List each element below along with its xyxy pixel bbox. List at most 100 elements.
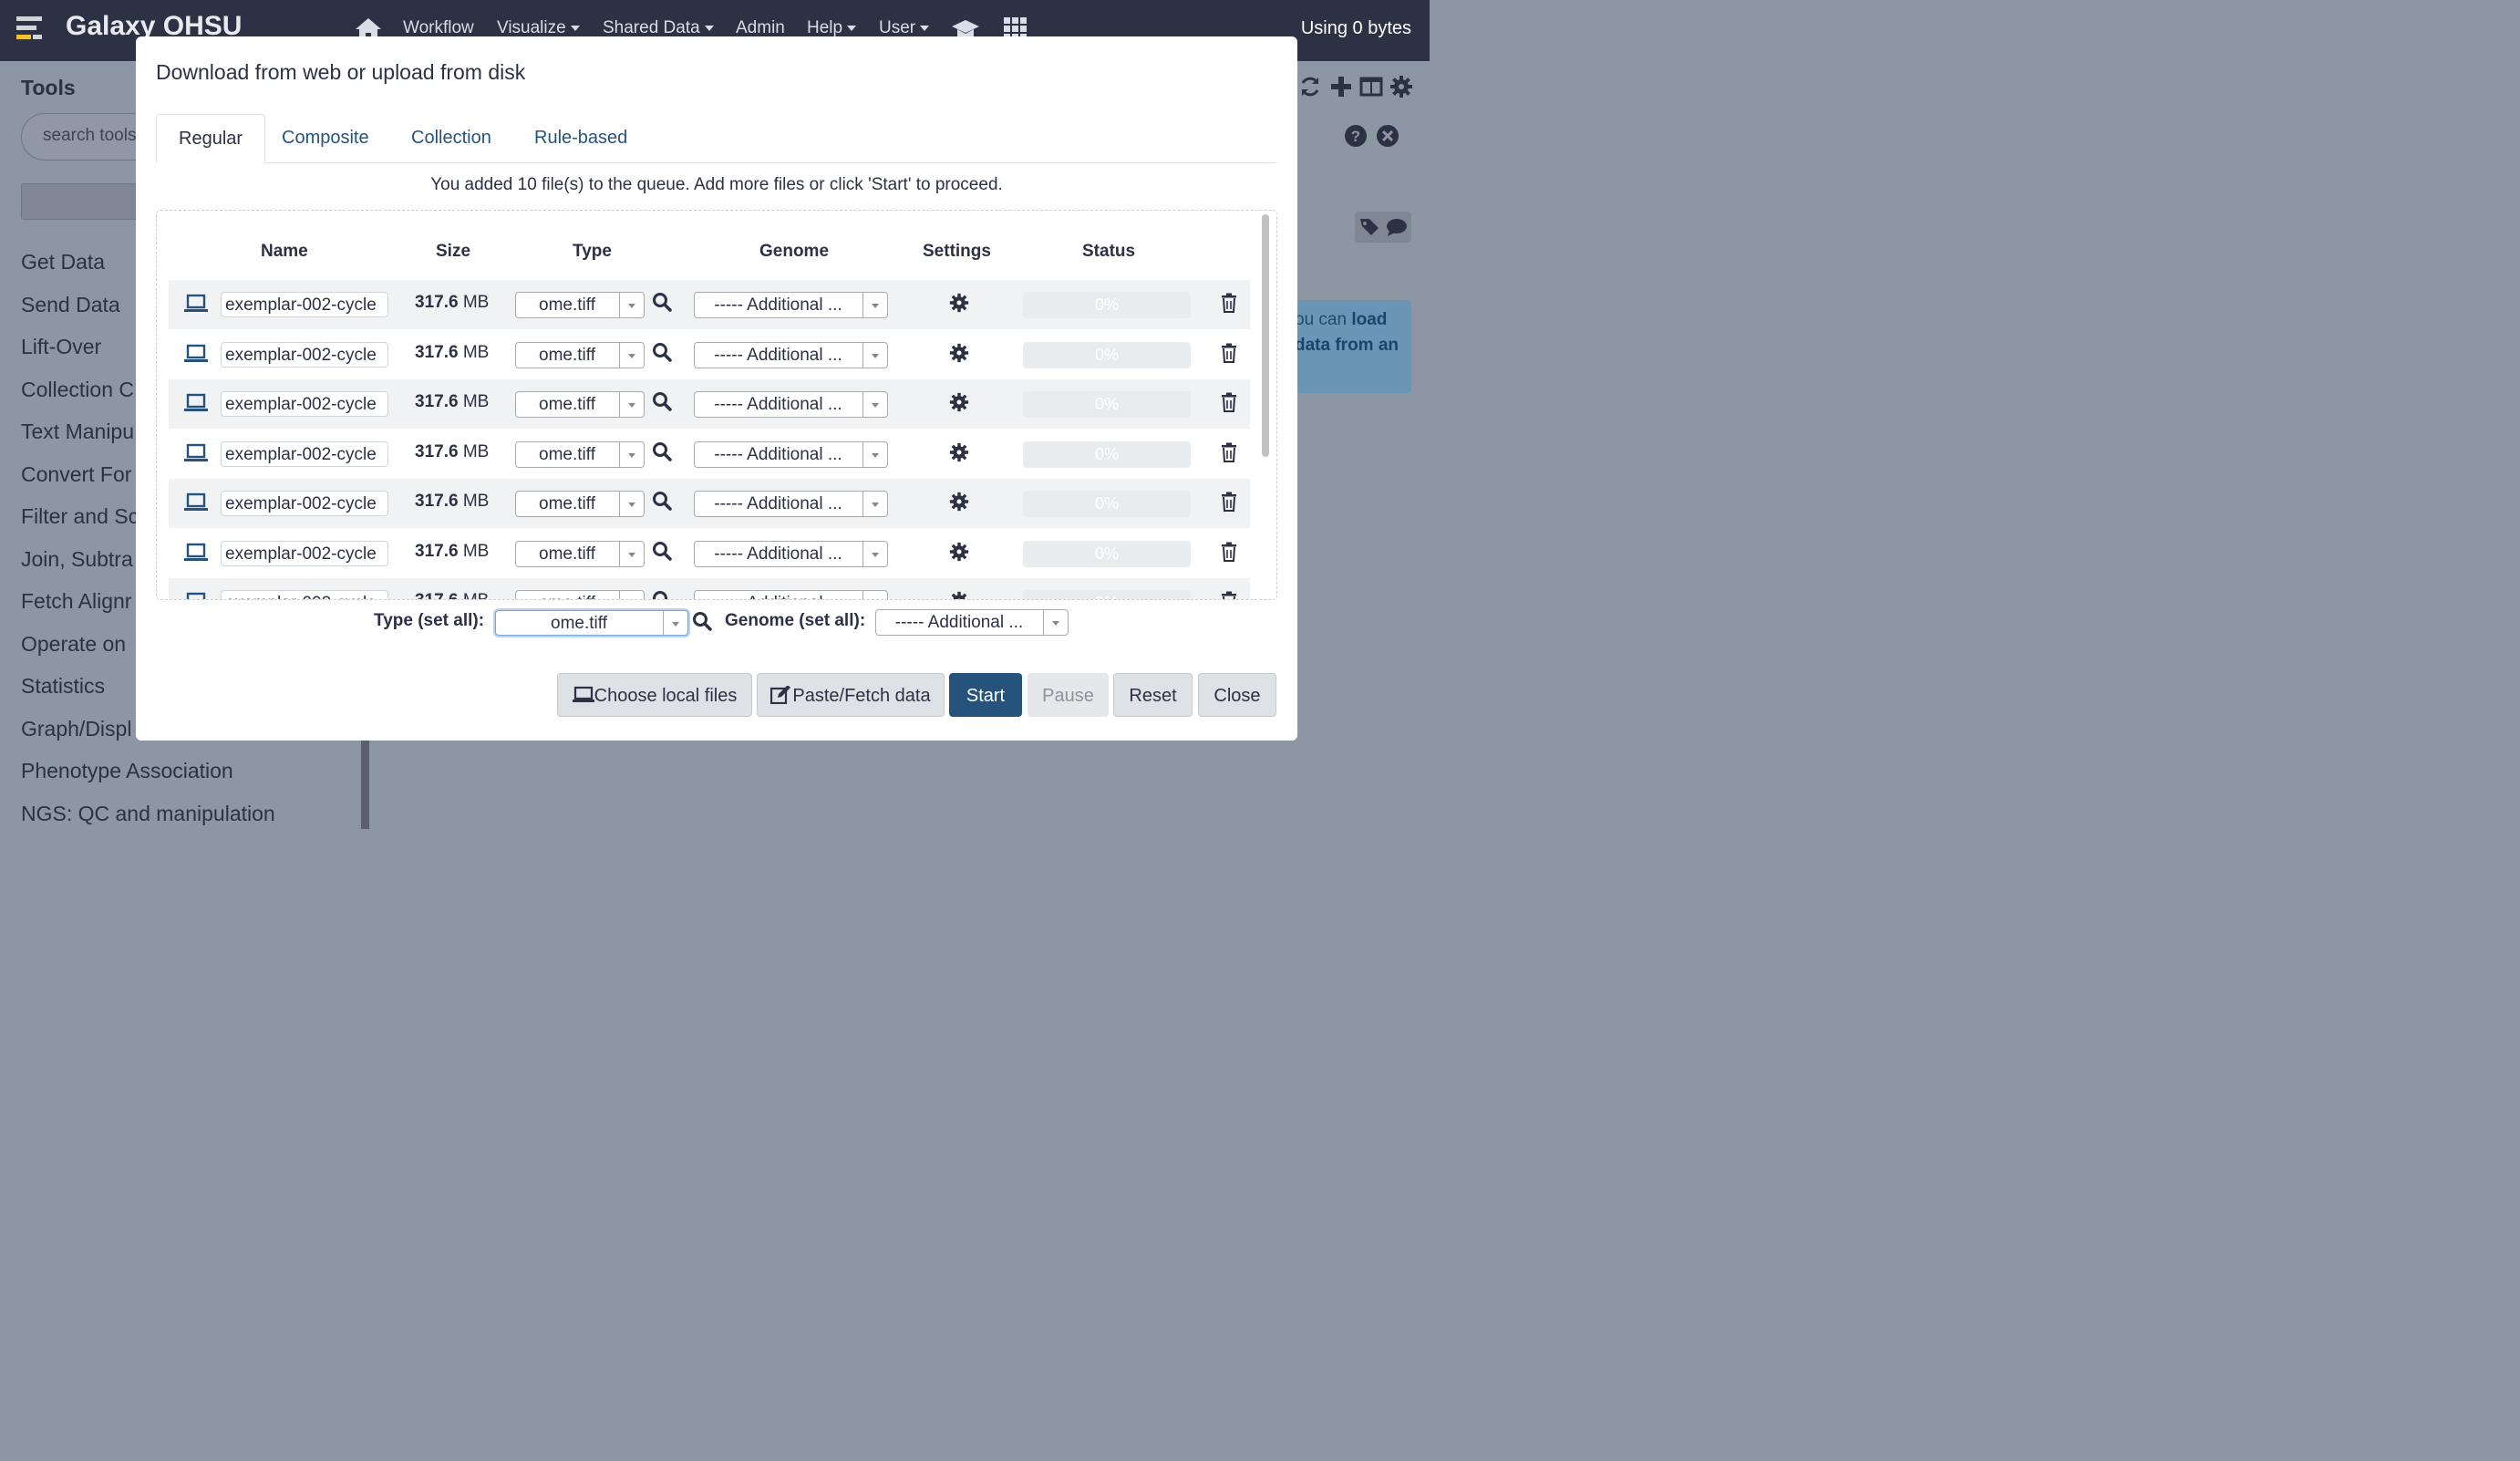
tool-section[interactable]: Join, Subtra — [21, 547, 133, 572]
search-icon[interactable] — [652, 342, 672, 362]
close-icon[interactable] — [1376, 124, 1399, 148]
search-icon[interactable] — [652, 541, 672, 561]
genome-select[interactable]: ----- Additional ... — [694, 590, 888, 599]
genome-select[interactable]: ----- Additional ... — [694, 540, 888, 567]
file-name-input[interactable]: exemplar-002-cycle — [221, 292, 388, 317]
column-header-status: Status — [1082, 242, 1136, 261]
tool-section[interactable]: Lift-Over — [21, 335, 101, 359]
genome-select[interactable]: ----- Additional ... — [694, 440, 888, 468]
tool-section[interactable]: Filter and Sc — [21, 504, 139, 529]
trash-icon[interactable] — [1221, 542, 1237, 562]
genome-select[interactable]: ----- Additional ... — [694, 341, 888, 368]
help-icon[interactable]: ? — [1344, 124, 1368, 148]
queue-row: exemplar-002-cycle 317.6 MB ome.tiff ----- … — [169, 330, 1250, 379]
trash-icon[interactable] — [1221, 591, 1237, 600]
gear-icon[interactable] — [949, 542, 969, 562]
search-icon[interactable] — [652, 292, 672, 312]
tab-rule-based[interactable]: Rule-based — [512, 114, 649, 162]
file-type-select[interactable]: ome.tiff — [515, 491, 645, 517]
search-icon[interactable] — [692, 611, 712, 631]
laptop-icon — [184, 543, 208, 561]
close-button[interactable]: Close — [1198, 673, 1276, 717]
refresh-icon[interactable] — [1298, 75, 1322, 98]
tool-section[interactable]: Collection C — [21, 378, 134, 402]
genome-set-all-select[interactable]: ----- Additional ... — [875, 609, 1069, 636]
tool-section[interactable]: Statistics — [21, 674, 105, 699]
gear-icon[interactable] — [949, 591, 969, 600]
gear-icon[interactable] — [949, 492, 969, 512]
chevron-down-icon — [619, 591, 644, 599]
gear-icon[interactable] — [949, 442, 969, 462]
tool-section[interactable]: Convert For — [21, 462, 131, 487]
edit-icon — [770, 686, 791, 704]
file-type-select[interactable]: ome.tiff — [515, 341, 645, 368]
file-name-input[interactable]: exemplar-002-cycle — [221, 391, 388, 417]
start-button[interactable]: Start — [949, 673, 1022, 717]
plus-icon[interactable] — [1329, 75, 1353, 98]
paste-fetch-button[interactable]: Paste/Fetch data — [757, 673, 945, 717]
gear-icon[interactable] — [949, 343, 969, 363]
nav-admin[interactable]: Admin — [736, 18, 785, 38]
tool-section[interactable]: NGS: QC and manipulation — [21, 802, 275, 826]
tab-regular[interactable]: Regular — [156, 114, 266, 163]
column-header-type: Type — [573, 242, 612, 261]
columns-icon[interactable] — [1359, 75, 1383, 98]
search-icon[interactable] — [652, 391, 672, 411]
comment-icon[interactable] — [1386, 217, 1408, 237]
file-type-select[interactable]: ome.tiff — [515, 292, 645, 318]
file-name-input[interactable]: exemplar-002-cycle — [221, 491, 388, 516]
search-icon[interactable] — [652, 441, 672, 461]
type-set-all-label: Type (set all): — [374, 611, 485, 630]
gear-icon[interactable] — [949, 392, 969, 412]
column-header-name: Name — [261, 242, 308, 261]
tool-section[interactable]: Operate on — [21, 632, 126, 657]
file-name-input[interactable]: exemplar-002-cycle — [221, 590, 388, 599]
queue-row: exemplar-002-cycle 317.6 MB ome.tiff ----- … — [169, 529, 1250, 578]
tool-section[interactable]: Text Manipu — [21, 420, 134, 444]
nav-user[interactable]: User — [879, 18, 930, 38]
tab-collection[interactable]: Collection — [389, 114, 513, 162]
reset-button[interactable]: Reset — [1113, 673, 1193, 717]
nav-help[interactable]: Help — [807, 18, 857, 38]
file-type-select[interactable]: ome.tiff — [515, 540, 645, 567]
file-type-select[interactable]: ome.tiff — [515, 590, 645, 599]
queue-scrollbar[interactable] — [1262, 214, 1269, 457]
tab-composite[interactable]: Composite — [260, 114, 391, 162]
file-name-input[interactable]: exemplar-002-cycle — [221, 341, 388, 368]
file-name-input[interactable]: exemplar-002-cycle — [221, 540, 388, 566]
trash-icon[interactable] — [1221, 442, 1237, 462]
chevron-down-icon — [704, 25, 714, 31]
tool-section[interactable]: Send Data — [21, 293, 120, 317]
file-type-select[interactable]: ome.tiff — [515, 391, 645, 418]
upload-queue[interactable]: Name Size Type Genome Settings Status ex… — [156, 210, 1277, 600]
search-icon[interactable] — [652, 590, 672, 600]
gear-icon[interactable] — [949, 293, 969, 313]
type-set-all-select[interactable]: ome.tiff — [495, 610, 688, 636]
tags-icon[interactable] — [1358, 216, 1382, 238]
history-tags-area[interactable] — [1355, 212, 1411, 243]
pause-button[interactable]: Pause — [1028, 673, 1109, 717]
chevron-down-icon — [619, 541, 644, 566]
search-icon[interactable] — [652, 491, 672, 511]
tool-section[interactable]: Fetch Alignr — [21, 589, 131, 614]
trash-icon[interactable] — [1221, 343, 1237, 363]
file-name-input[interactable]: exemplar-002-cycle — [221, 440, 388, 467]
trash-icon[interactable] — [1221, 392, 1237, 412]
trash-icon[interactable] — [1221, 293, 1237, 313]
genome-select[interactable]: ----- Additional ... — [694, 292, 888, 318]
chevron-down-icon — [619, 342, 644, 368]
panel-divider[interactable] — [361, 741, 369, 829]
choose-local-files-button[interactable]: Choose local files — [557, 673, 752, 717]
gear-icon[interactable] — [1389, 75, 1413, 98]
trash-icon[interactable] — [1221, 492, 1237, 512]
galaxy-logo-icon[interactable] — [16, 15, 46, 44]
nav-visualize[interactable]: Visualize — [497, 18, 580, 38]
nav-workflow[interactable]: Workflow — [403, 18, 474, 38]
genome-select[interactable]: ----- Additional ... — [694, 491, 888, 517]
file-type-select[interactable]: ome.tiff — [515, 440, 645, 468]
nav-shared-data[interactable]: Shared Data — [603, 18, 714, 38]
tool-section[interactable]: Phenotype Association — [21, 759, 233, 783]
genome-select[interactable]: ----- Additional ... — [694, 391, 888, 418]
tool-section[interactable]: Get Data — [21, 250, 105, 275]
tool-section[interactable]: Graph/Displ — [21, 717, 131, 741]
